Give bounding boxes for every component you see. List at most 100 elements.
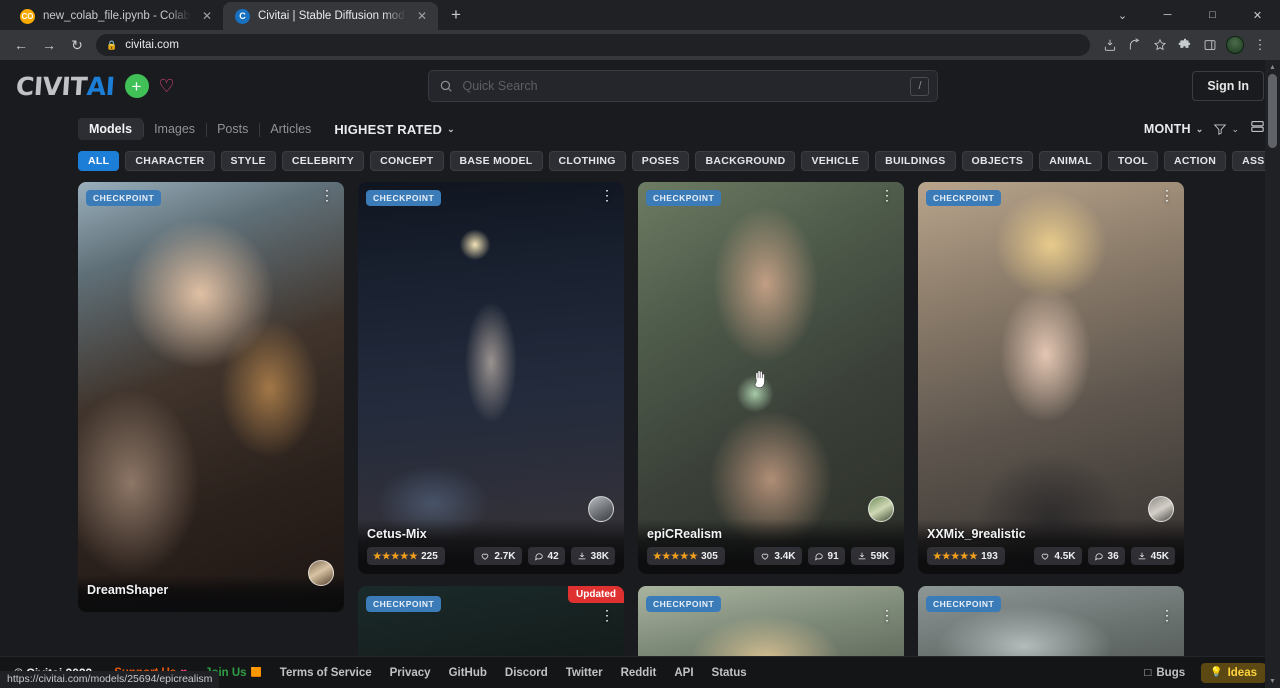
model-card-cetus-mix[interactable]: CHECKPOINT ⋮ Cetus-Mix ★★★★★ 225 [358,182,624,574]
footer-link-twitter[interactable]: Twitter [566,667,603,679]
tab-posts[interactable]: Posts [206,118,259,140]
download-icon [857,551,867,561]
chip-concept[interactable]: CONCEPT [370,151,443,171]
tab-search-icon[interactable]: ⌄ [1100,0,1145,30]
chip-vehicle[interactable]: VEHICLE [801,151,869,171]
bugs-button[interactable]: □ Bugs [1136,664,1193,682]
model-card-footer: epiCRealism ★★★★★ 305 3.4K [638,519,904,574]
model-card-epicrealism[interactable]: CHECKPOINT ⋮ epiCRealism ★★★★★ 305 [638,182,904,574]
chip-objects[interactable]: OBJECTS [962,151,1034,171]
model-preview-image [78,182,344,612]
bookmark-star-icon[interactable] [1148,33,1172,57]
card-menu-icon[interactable]: ⋮ [880,192,894,200]
scroll-up-icon[interactable]: ▲ [1265,60,1280,74]
tab-models[interactable]: Models [78,118,143,140]
model-stats: ★★★★★ 225 2.7K 42 [367,547,615,565]
comment-icon [534,551,544,561]
side-panel-icon[interactable] [1198,33,1222,57]
share-icon[interactable] [1123,33,1147,57]
filter-button[interactable]: ⌄ [1213,122,1239,136]
install-app-icon[interactable] [1098,33,1122,57]
ideas-button[interactable]: 💡 Ideas [1201,663,1266,683]
heart-icon[interactable]: ♡ [159,77,175,95]
chip-tool[interactable]: TOOL [1108,151,1158,171]
chip-animal[interactable]: ANIMAL [1039,151,1102,171]
chip-action[interactable]: ACTION [1164,151,1226,171]
chip-poses[interactable]: POSES [632,151,690,171]
category-chip-row[interactable]: ALL CHARACTER STYLE CELEBRITY CONCEPT BA… [0,146,1280,176]
model-preview-image [918,182,1184,574]
close-icon[interactable]: ✕ [199,8,215,24]
bug-icon: □ [1144,667,1151,679]
chip-character[interactable]: CHARACTER [125,151,214,171]
card-menu-icon[interactable]: ⋮ [600,612,614,620]
chip-celebrity[interactable]: CELEBRITY [282,151,364,171]
browser-tab-civitai[interactable]: C Civitai | Stable Diffusion models, ✕ [223,2,438,30]
chip-buildings[interactable]: BUILDINGS [875,151,955,171]
chip-base-model[interactable]: BASE MODEL [450,151,543,171]
period-dropdown-label: MONTH [1144,122,1191,136]
card-menu-icon[interactable]: ⋮ [880,612,894,620]
tab-images[interactable]: Images [143,118,206,140]
logo-text-ai: AI [86,72,116,101]
creator-avatar[interactable] [1148,496,1174,522]
heart-icon [1040,551,1050,561]
chevron-down-icon: ⌄ [1231,124,1239,135]
footer-link-reddit[interactable]: Reddit [621,667,657,679]
ideas-label: Ideas [1228,667,1257,679]
chip-clothing[interactable]: CLOTHING [549,151,626,171]
window-close-icon[interactable]: ✕ [1235,0,1280,30]
new-tab-button[interactable]: + [442,1,470,29]
footer-link-privacy[interactable]: Privacy [390,667,431,679]
close-icon[interactable]: ✕ [414,8,430,24]
maximize-icon[interactable]: □ [1190,0,1235,30]
search-input[interactable]: Quick Search / [428,70,938,102]
profile-avatar[interactable] [1223,33,1247,57]
footer-link-terms-of-service[interactable]: Terms of Service [280,667,372,679]
creator-avatar[interactable] [868,496,894,522]
extensions-puzzle-icon[interactable] [1173,33,1197,57]
model-card-xxmix-9realistic[interactable]: CHECKPOINT ⋮ XXMix_9realistic ★★★★★ 193 [918,182,1184,574]
star-rating-icon: ★★★★★ [933,551,978,562]
scrollbar-thumb[interactable] [1268,74,1277,148]
model-card-dreamshaper[interactable]: CHECKPOINT ⋮ DreamShaper [78,182,344,612]
scroll-down-icon[interactable]: ▼ [1265,674,1280,688]
card-menu-icon[interactable]: ⋮ [320,192,334,200]
rating-pill: ★★★★★ 193 [927,547,1005,565]
period-dropdown[interactable]: MONTH ⌄ [1144,122,1204,136]
civitai-logo[interactable]: CIVIT AI [15,72,116,101]
card-menu-icon[interactable]: ⋮ [1160,612,1174,620]
rating-pill: ★★★★★ 225 [367,547,445,565]
browser-tab-colab[interactable]: CO new_colab_file.ipynb - Colaboratory ✕ [8,2,223,30]
sign-in-button[interactable]: Sign In [1192,71,1264,101]
downloads-pill: 45K [1131,547,1175,565]
star-rating-icon: ★★★★★ [653,551,698,562]
address-bar[interactable]: 🔒 civitai.com [96,34,1090,56]
chip-style[interactable]: STYLE [221,151,276,171]
minimize-icon[interactable]: ─ [1145,0,1190,30]
footer-link-discord[interactable]: Discord [505,667,548,679]
footer-link-api[interactable]: API [674,667,693,679]
type-badge: CHECKPOINT [86,190,161,206]
address-bar-url: civitai.com [125,39,179,51]
reload-icon[interactable]: ↻ [64,32,90,58]
layout-toggle-button[interactable] [1249,118,1266,140]
card-menu-icon[interactable]: ⋮ [600,192,614,200]
creator-avatar[interactable] [308,560,334,586]
footer-link-github[interactable]: GitHub [449,667,487,679]
forward-icon[interactable]: → [36,32,62,58]
footer-link-status[interactable]: Status [712,667,747,679]
model-grid: CHECKPOINT ⋮ DreamShaper CHECKPOINT ⋮ Ce [0,176,1280,608]
sort-dropdown[interactable]: HIGHEST RATED ⌄ [334,122,455,137]
grid-column-3: CHECKPOINT ⋮ epiCRealism ★★★★★ 305 [638,182,904,608]
comments-pill: 42 [528,547,565,565]
creator-avatar[interactable] [588,496,614,522]
tab-articles[interactable]: Articles [259,118,322,140]
chip-background[interactable]: BACKGROUND [695,151,795,171]
card-menu-icon[interactable]: ⋮ [1160,192,1174,200]
browser-menu-icon[interactable]: ⋮ [1248,33,1272,57]
back-icon[interactable]: ← [8,32,34,58]
chip-all[interactable]: ALL [78,151,119,171]
page-scrollbar[interactable]: ▲ ▼ [1265,60,1280,688]
create-button[interactable]: + [125,74,149,98]
